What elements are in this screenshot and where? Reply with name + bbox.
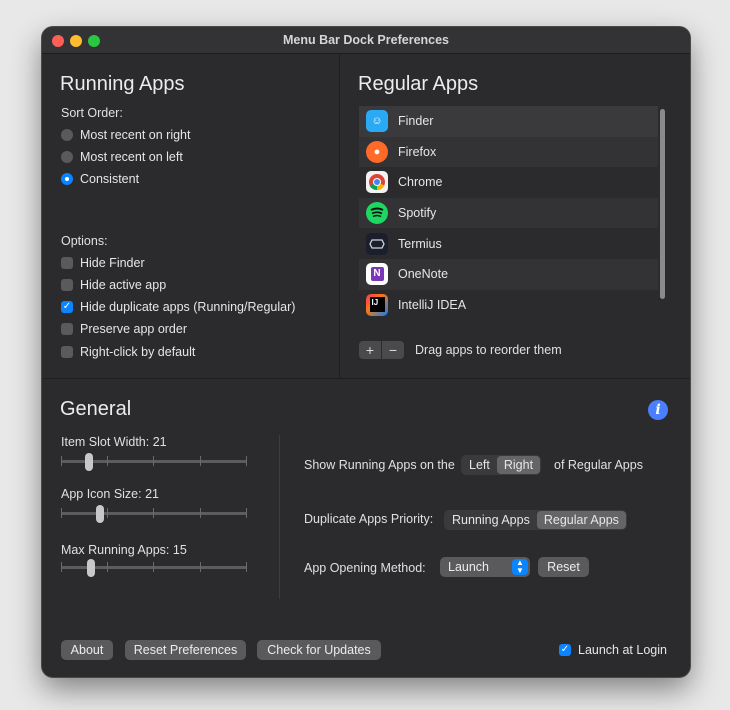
reorder-hint: Drag apps to reorder them — [415, 343, 562, 357]
position-label: Show Running Apps on the — [304, 458, 455, 472]
termius-icon — [366, 232, 388, 255]
info-icon[interactable]: i — [648, 400, 668, 420]
radio-button-selected[interactable] — [61, 173, 73, 185]
onenote-icon: N — [366, 263, 388, 286]
slider-thumb[interactable] — [86, 559, 95, 577]
app-name: OneNote — [398, 267, 449, 282]
app-name: Finder — [398, 114, 434, 129]
section-divider-vertical — [339, 54, 340, 378]
checkbox-label: Preserve app order — [80, 322, 188, 336]
chevron-up-down-icon: ▲ ▼ — [512, 559, 528, 575]
chrome-icon — [366, 171, 388, 194]
radio-label: Most recent on left — [80, 150, 183, 164]
checkbox-label: Launch at Login — [578, 643, 667, 657]
app-row-finder[interactable]: ☺ Finder — [359, 106, 658, 137]
checkbox-checked[interactable]: ✓ — [61, 301, 73, 313]
checkbox-label: Right-click by default — [80, 345, 196, 359]
general-heading: General — [60, 398, 132, 420]
app-row-termius[interactable]: Termius — [359, 228, 658, 259]
checkbox-checked[interactable]: ✓ — [559, 644, 571, 656]
option-preserve-app-order[interactable]: Preserve app order — [61, 321, 187, 337]
title-bar: Menu Bar Dock Preferences — [42, 27, 690, 54]
radio-button[interactable] — [61, 129, 73, 141]
intellij-icon: IJ — [366, 293, 388, 316]
sort-option-recent-right[interactable]: Most recent on right — [61, 127, 190, 143]
checkbox[interactable] — [61, 346, 73, 358]
radio-label: Most recent on right — [80, 128, 191, 142]
app-row-onenote[interactable]: N OneNote — [359, 258, 658, 290]
radio-label: Consistent — [80, 172, 140, 186]
app-row-firefox[interactable]: ● Firefox — [359, 136, 658, 168]
sort-order-label: Sort Order: — [61, 106, 123, 120]
options-label: Options: — [61, 234, 108, 248]
reset-preferences-button[interactable]: Reset Preferences — [125, 640, 246, 660]
slider-thumb[interactable] — [84, 453, 93, 471]
priority-segmented-control[interactable]: Running Apps Regular Apps — [444, 510, 627, 530]
about-button[interactable]: About — [61, 640, 113, 660]
preferences-window: Menu Bar Dock Preferences Running Apps S… — [42, 27, 690, 677]
slider-thumb[interactable] — [96, 505, 105, 523]
finder-icon: ☺ — [366, 110, 388, 133]
item-slot-width-slider[interactable] — [61, 453, 247, 473]
app-name: Termius — [398, 236, 442, 251]
remove-app-button[interactable]: − — [382, 341, 404, 359]
segment-regular-apps[interactable]: Regular Apps — [536, 511, 626, 529]
reset-opening-method-button[interactable]: Reset — [538, 557, 589, 577]
priority-label: Duplicate Apps Priority: — [304, 512, 434, 526]
app-list-scrollbar[interactable] — [660, 109, 665, 299]
popup-value: Launch — [448, 560, 490, 574]
app-icon-size-slider[interactable] — [61, 505, 247, 525]
app-name: Chrome — [398, 175, 443, 190]
app-row-chrome[interactable]: Chrome — [359, 167, 658, 198]
checkbox[interactable] — [61, 323, 73, 335]
app-icon-size-value: 21 — [145, 487, 159, 501]
item-slot-width-value: 21 — [152, 435, 167, 449]
position-segmented-control[interactable]: Left Right — [461, 455, 542, 475]
opening-method-popup[interactable]: Launch ▲ ▼ — [440, 557, 530, 577]
sort-option-consistent[interactable]: Consistent — [61, 171, 139, 187]
launch-at-login-option[interactable]: ✓ Launch at Login — [559, 642, 667, 658]
spotify-icon — [366, 202, 388, 225]
option-hide-finder[interactable]: Hide Finder — [61, 255, 145, 271]
radio-button[interactable] — [61, 151, 73, 163]
app-name: IntelliJ IDEA — [398, 297, 467, 312]
opening-method-label: App Opening Method: — [304, 561, 426, 575]
option-hide-active-app[interactable]: Hide active app — [61, 277, 166, 293]
general-divider — [279, 435, 280, 599]
regular-apps-list[interactable]: ☺ Finder ● Firefox Chrome Spotify Termiu… — [359, 106, 658, 325]
app-row-spotify[interactable]: Spotify — [359, 197, 658, 229]
position-suffix: of Regular Apps — [554, 458, 643, 472]
option-hide-duplicate-apps[interactable]: ✓ Hide duplicate apps (Running/Regular) — [61, 299, 295, 315]
sort-option-recent-left[interactable]: Most recent on left — [61, 149, 183, 165]
checkbox[interactable] — [61, 257, 73, 269]
max-running-apps-value: 15 — [172, 543, 187, 557]
checkbox-label: Hide duplicate apps (Running/Regular) — [80, 300, 296, 314]
max-running-apps-slider[interactable] — [61, 559, 247, 579]
firefox-icon: ● — [366, 140, 388, 163]
segment-left[interactable]: Left — [462, 456, 497, 474]
app-row-intellij[interactable]: IJ IntelliJ IDEA — [359, 290, 658, 321]
item-slot-width-label: Item Slot Width: 21 — [61, 435, 167, 449]
section-divider-horizontal — [42, 378, 690, 379]
app-name: Spotify — [398, 206, 437, 221]
segment-right[interactable]: Right — [496, 456, 541, 474]
regular-apps-heading: Regular Apps — [358, 73, 479, 95]
add-app-button[interactable]: + — [359, 341, 381, 359]
segment-running-apps[interactable]: Running Apps — [445, 511, 537, 529]
checkbox-label: Hide Finder — [80, 256, 145, 270]
check-updates-button[interactable]: Check for Updates — [257, 640, 381, 660]
running-apps-heading: Running Apps — [60, 73, 185, 95]
add-remove-control: + − — [359, 341, 405, 359]
max-running-apps-label: Max Running Apps: 15 — [61, 543, 187, 557]
app-icon-size-label: App Icon Size: 21 — [61, 487, 159, 501]
option-right-click-default[interactable]: Right-click by default — [61, 344, 195, 360]
app-name: Firefox — [398, 144, 437, 159]
checkbox[interactable] — [61, 279, 73, 291]
checkbox-label: Hide active app — [80, 278, 167, 292]
window-title: Menu Bar Dock Preferences — [282, 33, 450, 47]
